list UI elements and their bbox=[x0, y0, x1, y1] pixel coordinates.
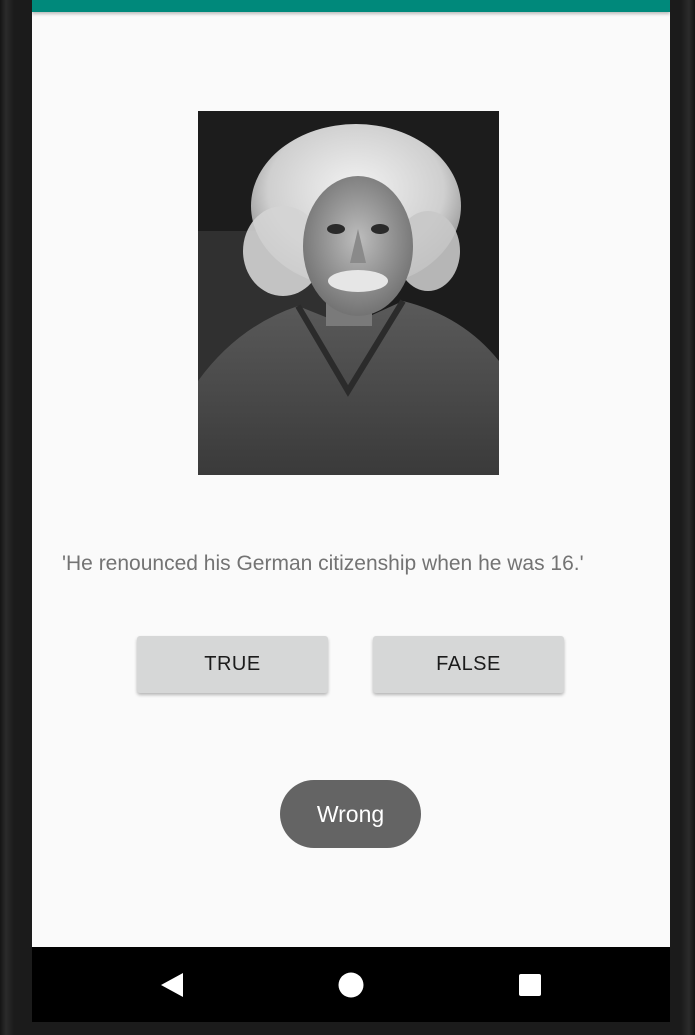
home-circle-icon bbox=[338, 972, 364, 997]
back-triangle-icon bbox=[161, 972, 183, 997]
toast-text: Wrong bbox=[316, 800, 385, 827]
false-button[interactable]: FALSE bbox=[373, 636, 564, 693]
portrait-image bbox=[198, 111, 499, 475]
recents-button[interactable] bbox=[490, 947, 570, 1022]
recents-square-icon bbox=[519, 973, 541, 996]
question-text: 'He renounced his German citizenship whe… bbox=[62, 552, 584, 575]
system-navigation-bar bbox=[32, 947, 670, 1022]
app-screen: 'He renounced his German citizenship whe… bbox=[32, 0, 670, 1022]
back-button[interactable] bbox=[132, 947, 212, 1022]
phone-frame: 'He renounced his German citizenship whe… bbox=[0, 0, 695, 1035]
portrait-photo-icon bbox=[198, 111, 499, 475]
app-bar bbox=[32, 0, 670, 12]
toast-message: Wrong bbox=[280, 780, 421, 848]
home-button[interactable] bbox=[311, 947, 391, 1022]
true-button[interactable]: TRUE bbox=[137, 636, 328, 693]
